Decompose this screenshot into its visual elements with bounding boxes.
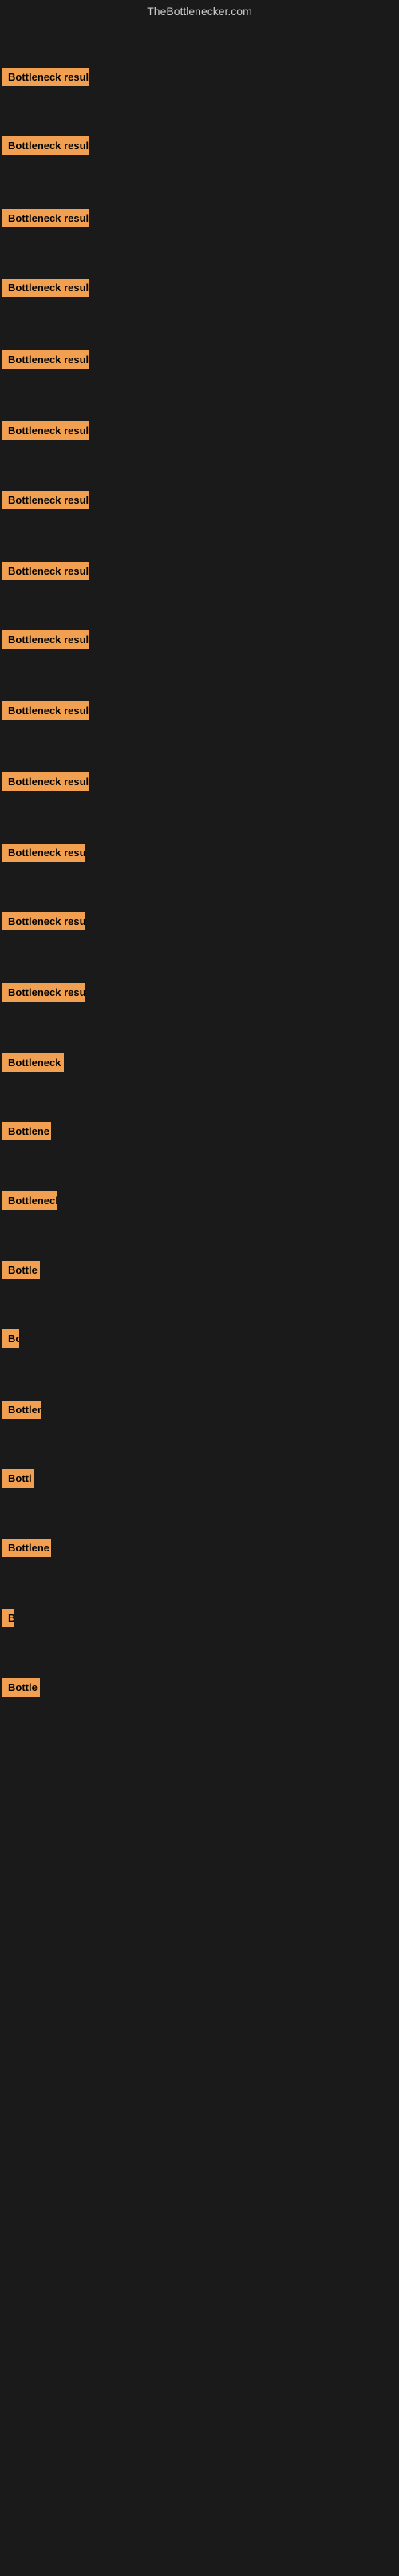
bottleneck-item-7[interactable]: Bottleneck result: [2, 491, 89, 509]
bottleneck-item-20[interactable]: Bottler: [2, 1401, 41, 1419]
items-container: Bottleneck result Bottleneck result Bottle…: [0, 22, 399, 2576]
bottleneck-item-14[interactable]: Bottleneck result: [2, 983, 85, 1002]
bottleneck-item-5[interactable]: Bottleneck result: [2, 350, 89, 369]
bottleneck-item-17[interactable]: Bottleneck: [2, 1191, 57, 1210]
bottleneck-item-10[interactable]: Bottleneck result: [2, 701, 89, 720]
bottleneck-item-23[interactable]: B: [2, 1609, 14, 1627]
bottleneck-item-9[interactable]: Bottleneck result: [2, 630, 89, 649]
site-title: TheBottlenecker.com: [0, 0, 399, 22]
bottleneck-item-18[interactable]: Bottle: [2, 1261, 40, 1279]
bottleneck-item-3[interactable]: Bottleneck result: [2, 209, 89, 227]
bottleneck-item-21[interactable]: Bottl: [2, 1469, 34, 1488]
bottleneck-item-22[interactable]: Bottlene: [2, 1539, 51, 1557]
bottleneck-item-11[interactable]: Bottleneck result: [2, 772, 89, 791]
bottleneck-item-24[interactable]: Bottle: [2, 1678, 40, 1697]
bottleneck-item-8[interactable]: Bottleneck result: [2, 562, 89, 580]
bottleneck-item-19[interactable]: Bo: [2, 1329, 19, 1348]
bottleneck-item-4[interactable]: Bottleneck result: [2, 279, 89, 297]
bottleneck-item-15[interactable]: Bottleneck r: [2, 1053, 64, 1072]
bottleneck-item-1[interactable]: Bottleneck result: [2, 68, 89, 86]
bottleneck-item-2[interactable]: Bottleneck result: [2, 136, 89, 155]
bottleneck-item-6[interactable]: Bottleneck result: [2, 421, 89, 440]
bottleneck-item-13[interactable]: Bottleneck result: [2, 912, 85, 930]
bottleneck-item-16[interactable]: Bottlene: [2, 1122, 51, 1140]
bottleneck-item-12[interactable]: Bottleneck result: [2, 844, 85, 862]
